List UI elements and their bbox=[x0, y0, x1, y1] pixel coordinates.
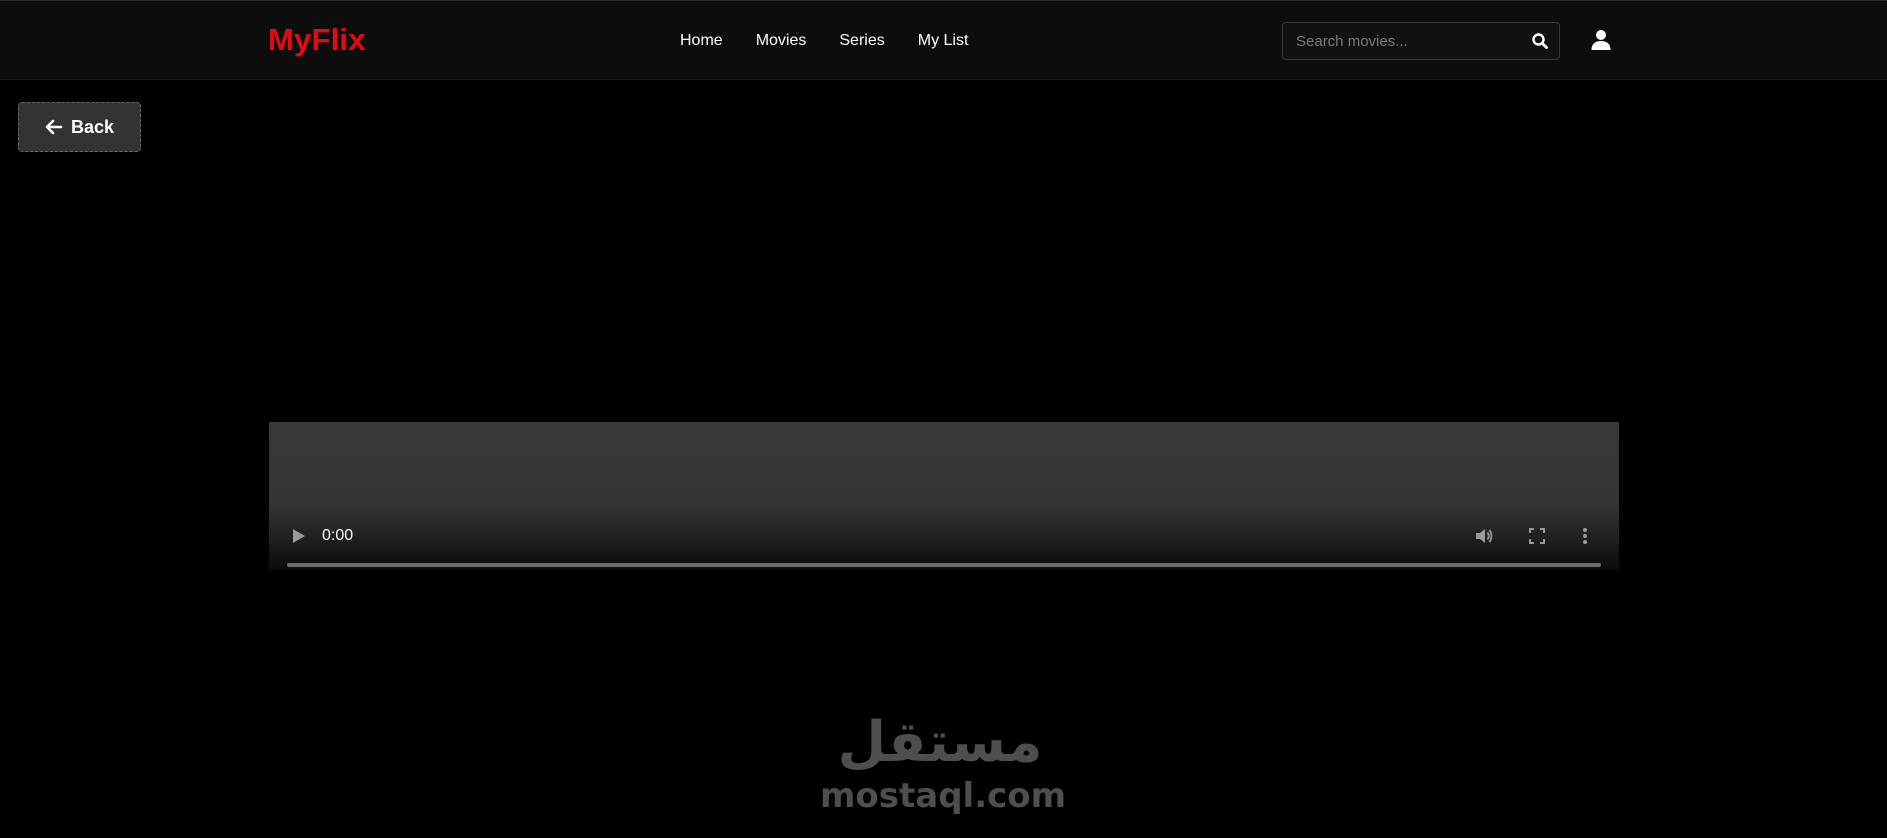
play-icon[interactable] bbox=[292, 528, 306, 544]
main-nav: Home Movies Series My List bbox=[680, 30, 968, 52]
fullscreen-icon[interactable] bbox=[1529, 528, 1545, 544]
nav-link-series[interactable]: Series bbox=[839, 30, 884, 52]
search-icon[interactable] bbox=[1531, 32, 1549, 50]
back-button-label: Back bbox=[70, 116, 115, 137]
arrow-left-icon bbox=[45, 119, 63, 135]
watermark-latin: mostaql.com bbox=[820, 776, 1067, 816]
back-button[interactable]: Back bbox=[18, 102, 141, 152]
logo[interactable]: MyFlix bbox=[268, 21, 366, 59]
search-input[interactable] bbox=[1283, 23, 1519, 59]
watermark: مستقل mostaql.com bbox=[820, 710, 1067, 822]
search-box bbox=[1282, 22, 1560, 60]
nav-link-movies[interactable]: Movies bbox=[756, 30, 807, 52]
navbar: MyFlix Home Movies Series My List bbox=[0, 0, 1887, 80]
current-time: 0:00 bbox=[322, 527, 354, 544]
watermark-arabic: مستقل bbox=[837, 710, 1043, 775]
nav-link-home[interactable]: Home bbox=[680, 30, 723, 52]
nav-link-my-list[interactable]: My List bbox=[918, 30, 969, 52]
user-icon[interactable] bbox=[1590, 29, 1612, 51]
volume-icon[interactable] bbox=[1474, 526, 1494, 546]
more-icon[interactable] bbox=[1582, 526, 1588, 546]
video-player[interactable]: 0:00 bbox=[269, 422, 1619, 570]
progress-bar[interactable] bbox=[287, 563, 1601, 567]
